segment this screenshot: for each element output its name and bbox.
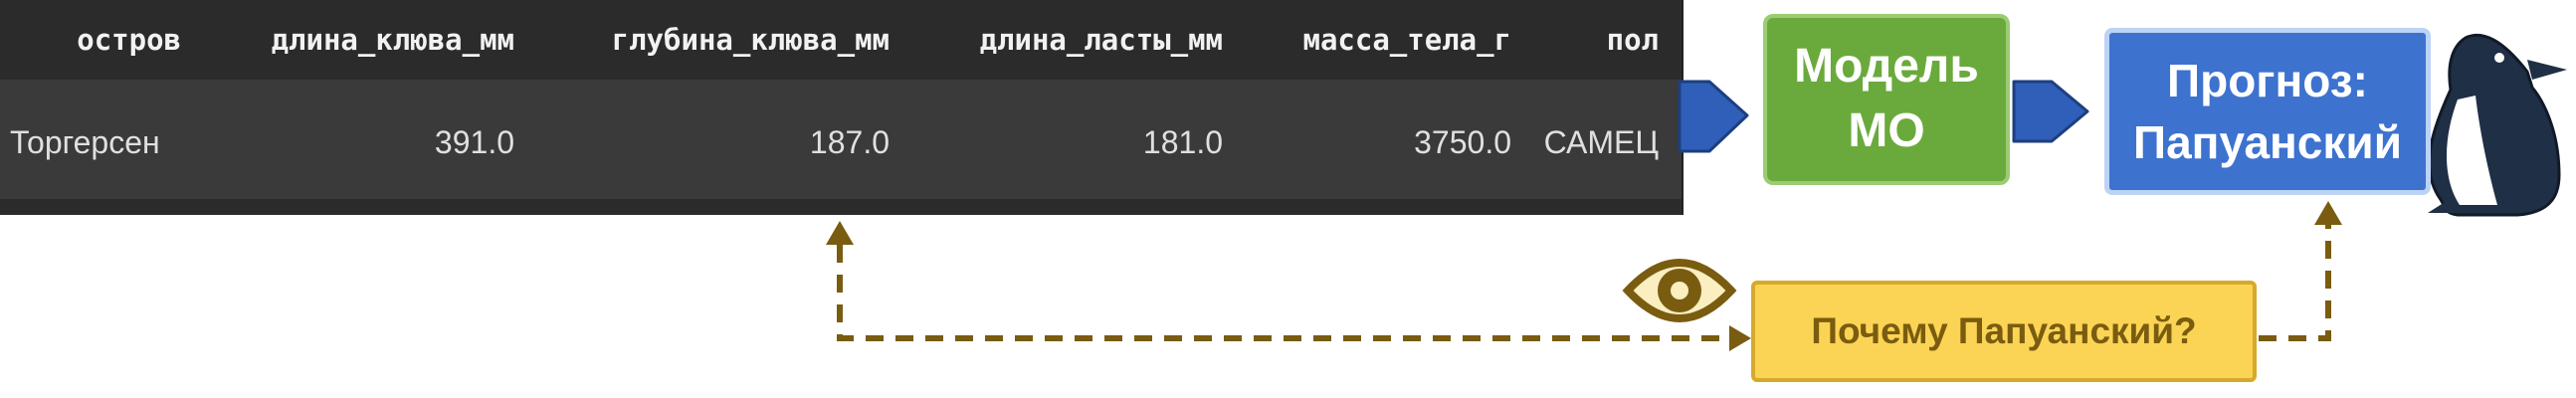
dashed-arrowhead-up-right: [2314, 201, 2342, 225]
why-question-box: Почему Папуанский?: [1751, 281, 2257, 382]
ml-model-box: Модель МО: [1763, 14, 2010, 185]
penguin-icon: [2427, 33, 2567, 217]
prediction-box-line2: Папуанский: [2133, 116, 2402, 168]
dashed-arrowhead-right: [1729, 325, 1751, 351]
arrow-to-model: [1678, 80, 1749, 153]
prediction-box: Прогноз: Папуанский: [2104, 28, 2431, 195]
eye-icon: [1622, 259, 1737, 322]
prediction-box-line1: Прогноз:: [2167, 54, 2368, 106]
model-box-line1: Модель: [1794, 40, 1979, 94]
dashed-link-prediction: [2259, 225, 2331, 341]
model-box-line2: МО: [1848, 104, 1925, 157]
dashed-arrowhead-up-left: [826, 221, 854, 245]
dashed-link-feature: [837, 245, 1731, 341]
arrow-to-prediction: [2012, 80, 2089, 143]
why-question-text: Почему Папуанский?: [1811, 310, 2197, 352]
